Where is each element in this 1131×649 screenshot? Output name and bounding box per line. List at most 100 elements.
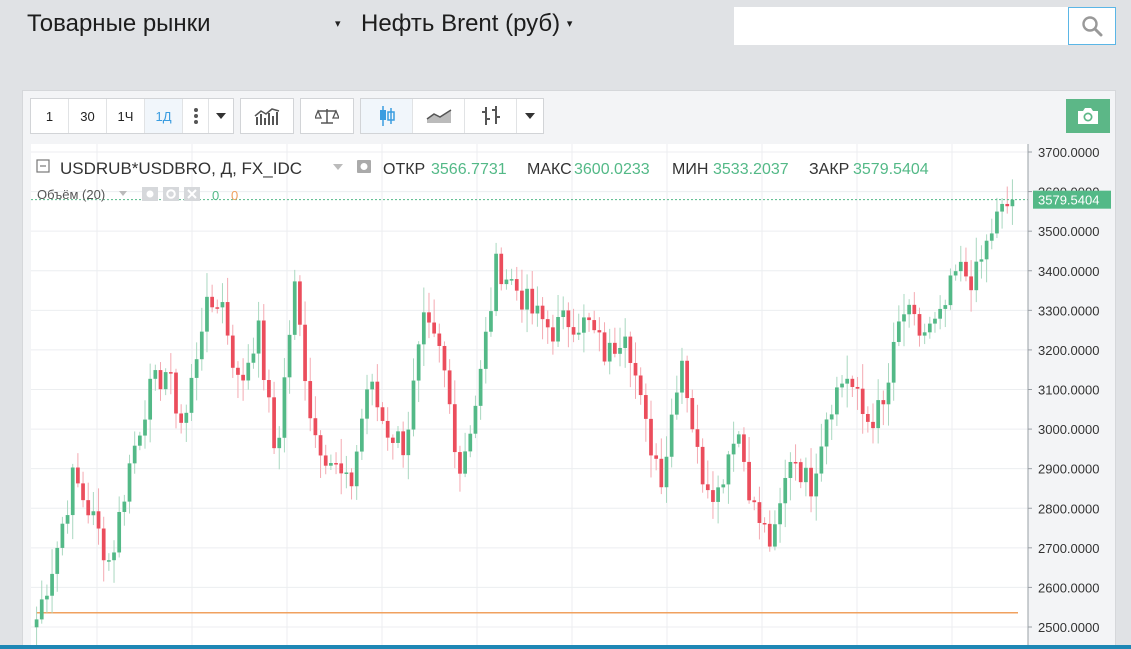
candle-body xyxy=(107,560,111,562)
y-tick-label: 2900.0000 xyxy=(1038,462,1099,477)
candle-body xyxy=(798,462,803,483)
candle-body xyxy=(804,467,808,483)
candle-body xyxy=(396,431,400,443)
candle-body xyxy=(163,372,168,390)
candle-body xyxy=(442,345,447,371)
candle-body xyxy=(220,302,225,308)
candle-body xyxy=(385,420,390,438)
candle-body xyxy=(912,304,917,315)
legend-symbol[interactable]: USDRUB*USDBRO, Д, FX_IDC xyxy=(60,159,302,178)
candle-body xyxy=(778,503,782,525)
candle-body xyxy=(607,342,612,362)
candle-body xyxy=(896,321,901,342)
candle-body xyxy=(514,279,519,291)
legend-open-value: 3566.7731 xyxy=(431,161,507,178)
candle-body xyxy=(731,443,736,455)
legend-close-label: ЗАКР xyxy=(809,161,849,178)
candle-body xyxy=(726,454,731,485)
candle-body xyxy=(112,552,116,561)
candle-body xyxy=(659,458,664,488)
candle-body xyxy=(298,281,302,325)
candle-body xyxy=(995,211,999,234)
candle-body xyxy=(602,332,607,362)
volume-legend-label[interactable]: Объём (20) xyxy=(37,187,105,202)
y-tick-label: 3500.0000 xyxy=(1038,224,1099,239)
candle-body xyxy=(747,461,751,501)
candle-body xyxy=(1010,199,1015,207)
y-tick-label: 3700.0000 xyxy=(1038,145,1099,160)
y-tick-label: 3000.0000 xyxy=(1038,422,1099,437)
candle-body xyxy=(736,434,741,444)
candle-body xyxy=(458,452,462,474)
candle-body xyxy=(236,367,240,375)
candle-body xyxy=(416,344,421,381)
price-chart[interactable]: 2500.0000 2600.0000 2700.0000 2800.0000 2900… xyxy=(0,0,1131,649)
candle-body xyxy=(865,413,870,422)
candle-body xyxy=(101,528,106,561)
candle-body xyxy=(938,308,942,319)
candle-body xyxy=(390,437,395,443)
candle-body xyxy=(287,334,292,378)
candle-body xyxy=(437,333,442,346)
candle-body xyxy=(814,473,819,497)
candle-body xyxy=(86,500,91,516)
candle-body xyxy=(850,378,855,387)
candle-body xyxy=(680,360,684,393)
candle-body xyxy=(643,395,648,419)
candle-body xyxy=(421,312,426,345)
candle-body xyxy=(835,387,839,415)
candle-body xyxy=(556,317,560,342)
candle-body xyxy=(576,332,581,335)
candle-body xyxy=(509,279,514,281)
candle-body xyxy=(566,310,571,328)
candle-body xyxy=(143,419,147,436)
candle-body xyxy=(860,388,865,414)
candle-body xyxy=(292,281,297,335)
candle-body xyxy=(840,383,844,388)
candle-body xyxy=(499,253,504,285)
candle-body xyxy=(953,271,958,276)
candle-body xyxy=(137,435,142,446)
candle-body xyxy=(871,421,875,429)
last-price-label: 3579.5404 xyxy=(1038,193,1099,208)
candle-body xyxy=(984,240,989,260)
candle-body xyxy=(752,500,757,503)
candle-body xyxy=(711,490,715,502)
candle-body xyxy=(225,302,230,336)
y-tick-label: 3200.0000 xyxy=(1038,343,1099,358)
candle-body xyxy=(432,322,437,334)
candle-body xyxy=(70,467,75,516)
candle-body xyxy=(964,261,968,277)
candle-body xyxy=(365,389,369,419)
candle-body xyxy=(535,305,540,314)
candle-body xyxy=(757,502,762,523)
candle-body xyxy=(174,372,178,414)
candle-body xyxy=(989,233,994,241)
candle-body xyxy=(463,451,467,474)
candle-body xyxy=(979,259,984,262)
candle-body xyxy=(530,288,535,314)
volume-value-1: 0 xyxy=(212,188,219,203)
legend-high-value: 3600.0233 xyxy=(574,161,650,178)
candle-body xyxy=(411,380,416,430)
candle-body xyxy=(194,359,199,378)
candle-body xyxy=(153,370,158,379)
candle-body xyxy=(927,323,932,333)
candle-body xyxy=(969,276,973,291)
candle-body xyxy=(674,392,679,415)
candle-body xyxy=(695,429,700,447)
candle-body xyxy=(881,400,886,405)
candle-body xyxy=(241,374,245,381)
eye-icon xyxy=(360,163,368,170)
candle-body xyxy=(313,418,318,436)
candle-body xyxy=(612,342,617,354)
legend-high-label: МАКС xyxy=(527,161,572,178)
candle-body xyxy=(793,461,798,464)
candle-body xyxy=(76,467,80,484)
eye-icon xyxy=(146,190,154,198)
bottom-accent-bar xyxy=(0,645,1131,649)
candle-body xyxy=(948,275,953,306)
volume-settings-button[interactable] xyxy=(163,187,179,201)
candle-body xyxy=(427,312,431,323)
candle-body xyxy=(344,472,349,474)
